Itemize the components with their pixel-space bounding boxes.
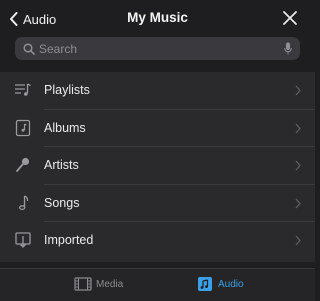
tab-audio-label: Audio <box>218 278 244 290</box>
close-icon[interactable] <box>283 11 297 25</box>
tab-media[interactable]: Media <box>74 277 123 291</box>
search-icon <box>23 43 35 55</box>
chevron-right-icon <box>295 160 301 171</box>
list-item-artists[interactable]: Artists <box>0 147 315 185</box>
list-item-imported[interactable]: Imported <box>0 222 315 260</box>
chevron-right-icon <box>295 85 301 96</box>
list-item-label: Songs <box>44 195 80 210</box>
list-item-label: Artists <box>44 158 79 172</box>
list-item-playlists[interactable]: Playlists <box>0 72 315 110</box>
list-item-albums[interactable]: Albums <box>0 110 315 147</box>
film-icon <box>74 277 92 291</box>
tab-media-label: Media <box>96 278 124 290</box>
list-item-label: Albums <box>44 120 86 135</box>
search-placeholder: Search <box>39 42 78 56</box>
list-item-label: Imported <box>44 233 94 247</box>
list-item-songs[interactable]: Songs <box>0 185 315 222</box>
music-note-icon <box>198 277 212 291</box>
header-bar: Audio My Music <box>0 0 315 36</box>
microphone-icon[interactable] <box>284 42 292 55</box>
chevron-right-icon <box>295 235 301 246</box>
library-list: Playlists Albums Artists Songs Imported <box>0 72 315 262</box>
chevron-right-icon <box>295 123 301 133</box>
list-item-label: Playlists <box>44 83 90 97</box>
chevron-right-icon <box>295 198 301 208</box>
tab-bar: Media Audio <box>0 268 315 301</box>
microphone-icon <box>16 157 30 172</box>
album-icon <box>15 119 31 136</box>
playlist-icon <box>15 83 31 96</box>
search-field[interactable]: Search <box>15 37 300 60</box>
music-note-icon <box>19 194 29 210</box>
page-title: My Music <box>127 10 188 25</box>
tab-audio[interactable]: Audio <box>196 277 244 291</box>
import-icon <box>15 232 31 248</box>
